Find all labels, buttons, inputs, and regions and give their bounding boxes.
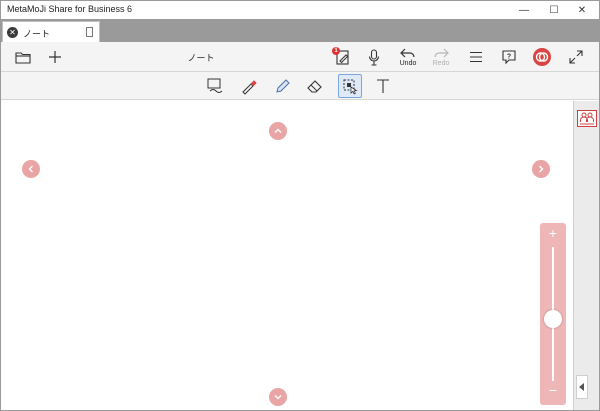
collaboration-button[interactable] — [577, 110, 597, 127]
title-bar: MetaMoJi Share for Business 6 — ☐ ✕ — [1, 1, 599, 19]
collaboration-icon — [580, 112, 594, 125]
help-icon: ? — [502, 50, 516, 65]
microphone-icon — [368, 48, 380, 66]
zoom-slider[interactable]: + − — [540, 223, 566, 405]
notification-badge: 1 — [332, 47, 340, 55]
previous-page-button[interactable] — [22, 160, 40, 178]
metamoji-logo-icon — [533, 48, 551, 66]
menu-button[interactable] — [467, 45, 485, 69]
chevron-down-icon — [274, 395, 282, 400]
text-icon — [377, 79, 389, 93]
next-page-button[interactable] — [532, 160, 550, 178]
chevron-up-icon — [274, 128, 282, 133]
document-title[interactable]: ノート — [171, 51, 231, 64]
pen-icon — [276, 79, 290, 93]
main-toolbar: ノート 1 Undo Redo ? — [1, 42, 599, 72]
maximize-button[interactable]: ☐ — [539, 1, 569, 19]
menu-icon — [470, 51, 482, 63]
select-object-tool[interactable] — [338, 74, 362, 98]
chevron-left-icon — [28, 165, 33, 173]
window-title: MetaMoJi Share for Business 6 — [7, 4, 133, 14]
eraser-tool[interactable] — [303, 74, 327, 98]
marker-icon — [242, 80, 257, 95]
undo-icon — [400, 48, 415, 57]
lasso-select-icon — [207, 78, 223, 93]
redo-icon — [434, 48, 449, 57]
undo-button[interactable]: Undo — [395, 45, 421, 69]
pen-toolbar — [1, 72, 599, 100]
tab-document-icon — [86, 27, 93, 37]
sidebar-toggle-button[interactable] — [576, 375, 588, 399]
zoom-thumb[interactable] — [544, 310, 562, 329]
voice-record-button[interactable] — [365, 45, 383, 69]
zoom-in-button[interactable]: + — [540, 226, 566, 240]
share-edit-button[interactable]: 1 — [332, 45, 354, 69]
right-sidebar — [573, 101, 599, 410]
eraser-icon — [307, 80, 322, 93]
app-window: MetaMoJi Share for Business 6 — ☐ ✕ ✕ ノー… — [0, 0, 600, 411]
svg-text:?: ? — [507, 54, 511, 61]
metamoji-account-button[interactable] — [531, 45, 553, 69]
chevron-right-icon — [539, 165, 544, 173]
pen-tool[interactable] — [271, 74, 295, 98]
minimize-button[interactable]: — — [509, 1, 539, 19]
scroll-up-button[interactable] — [269, 122, 287, 140]
plus-icon — [49, 51, 61, 63]
tab-label: ノート — [23, 29, 51, 39]
undo-label: Undo — [399, 59, 417, 67]
scroll-down-button[interactable] — [269, 388, 287, 406]
folder-icon — [15, 51, 31, 64]
expand-button[interactable] — [566, 45, 586, 69]
tab-note[interactable]: ✕ ノート — [2, 21, 100, 42]
marker-tool[interactable] — [237, 74, 261, 98]
help-button[interactable]: ? — [499, 45, 519, 69]
redo-label: Redo — [432, 59, 450, 67]
expand-icon — [569, 50, 583, 64]
redo-button[interactable]: Redo — [428, 45, 454, 69]
open-folder-button[interactable] — [13, 45, 33, 69]
note-canvas[interactable] — [1, 101, 573, 410]
select-object-icon — [343, 79, 358, 95]
zoom-out-button[interactable]: − — [540, 383, 566, 397]
tab-close-icon[interactable]: ✕ — [7, 27, 18, 38]
share-edit-icon-wrap: 1 — [332, 47, 351, 65]
tab-bar: ✕ ノート — [1, 19, 599, 42]
add-page-button[interactable] — [45, 45, 65, 69]
close-window-button[interactable]: ✕ — [567, 1, 597, 19]
lasso-select-tool[interactable] — [203, 74, 227, 98]
text-tool[interactable] — [371, 74, 395, 98]
triangle-left-icon — [579, 383, 584, 391]
